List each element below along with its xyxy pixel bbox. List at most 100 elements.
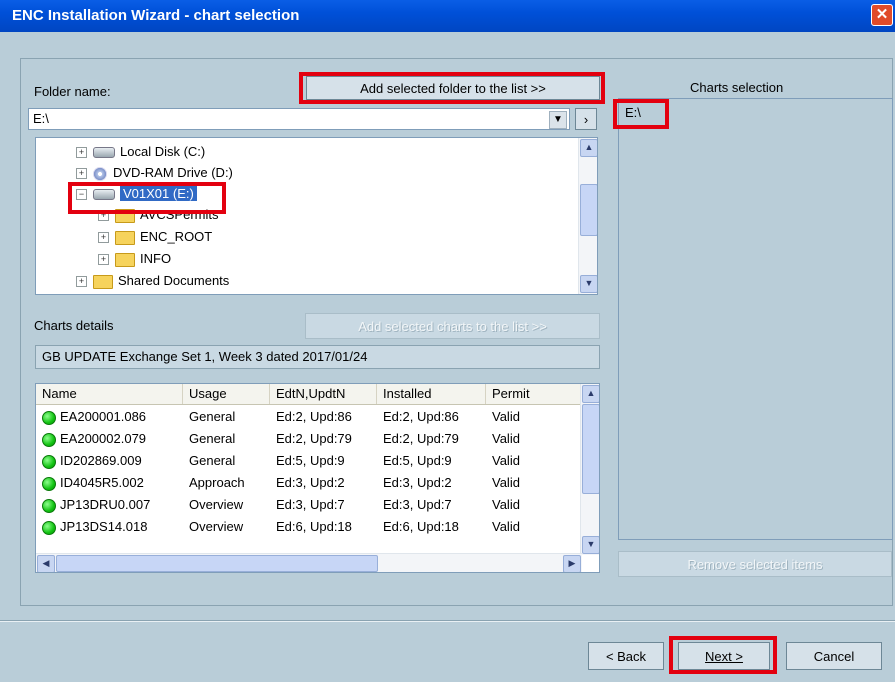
cell-installed: Ed:2, Upd:86 (383, 409, 459, 424)
expand-icon[interactable]: + (76, 147, 87, 159)
tree-item-label: INFO (140, 251, 172, 266)
column-header-permit[interactable]: Permit (486, 384, 582, 404)
column-header-edtn[interactable]: EdtN,UpdtN (270, 384, 377, 404)
tree-item-avcspermits[interactable]: + AVCSPermits (98, 205, 219, 225)
hard-drive-icon (93, 147, 115, 159)
cell-edtn: Ed:3, Upd:7 (276, 497, 345, 512)
go-to-path-button[interactable]: › (575, 108, 597, 130)
tree-item-local-disk[interactable]: + Local Disk (C:) (76, 142, 205, 162)
cell-installed: Ed:3, Upd:7 (383, 497, 452, 512)
column-header-installed[interactable]: Installed (377, 384, 486, 404)
dropdown-arrow-icon[interactable]: ▼ (549, 111, 567, 129)
list-header: Name Usage EdtN,UpdtN Installed Permit (36, 384, 582, 405)
charts-selection-label: Charts selection (690, 80, 784, 95)
scroll-thumb[interactable] (582, 404, 599, 494)
cell-usage: General (189, 409, 236, 424)
tree-vertical-scrollbar[interactable]: ▲ ▼ (578, 138, 597, 294)
tree-item-label: Local Disk (C:) (120, 144, 206, 159)
table-row[interactable]: JP13DRU0.007 Overview Ed:3, Upd:7 Ed:3, … (36, 495, 582, 515)
tree-item-label: DVD-RAM Drive (D:) (113, 165, 233, 180)
cell-name: JP13DRU0.007 (36, 495, 150, 515)
window-title: ENC Installation Wizard - chart selectio… (12, 7, 300, 24)
charts-selection-item[interactable]: E:\ (625, 105, 641, 120)
charts-details-label: Charts details (34, 318, 114, 333)
column-header-name[interactable]: Name (36, 384, 183, 404)
remove-selected-items-button[interactable]: Remove selected items (618, 551, 892, 577)
add-folder-button[interactable]: Add selected folder to the list >> (306, 76, 600, 100)
cell-name: EA200001.086 (36, 407, 146, 427)
add-charts-button[interactable]: Add selected charts to the list >> (305, 313, 600, 339)
tree-item-label: V01X01 (E:) (120, 186, 197, 201)
tree-item-shared-documents[interactable]: + Shared Documents (76, 271, 229, 291)
scroll-up-icon[interactable]: ▲ (582, 385, 599, 403)
scroll-right-icon[interactable]: ▶ (563, 555, 581, 572)
charts-selection-list[interactable]: E:\ (618, 98, 893, 540)
table-row[interactable]: ID4045R5.002 Approach Ed:3, Upd:2 Ed:3, … (36, 473, 582, 493)
exchange-set-info: GB UPDATE Exchange Set 1, Week 3 dated 2… (35, 345, 600, 369)
tree-item-enc-root[interactable]: + ENC_ROOT (98, 227, 212, 247)
footer-separator (0, 620, 895, 622)
charts-details-list[interactable]: Name Usage EdtN,UpdtN Installed Permit E… (35, 383, 600, 573)
status-ok-icon (42, 454, 56, 469)
cell-installed: Ed:2, Upd:79 (383, 431, 459, 446)
close-icon[interactable]: ✕ (871, 4, 893, 26)
cell-usage: General (189, 453, 236, 468)
expand-icon[interactable]: + (98, 210, 109, 222)
table-row[interactable]: EA200001.086 General Ed:2, Upd:86 Ed:2, … (36, 407, 582, 427)
status-ok-icon (42, 432, 56, 447)
cell-edtn: Ed:6, Upd:18 (276, 519, 352, 534)
folder-icon (115, 252, 135, 267)
table-row[interactable]: ID202869.009 General Ed:5, Upd:9 Ed:5, U… (36, 451, 582, 471)
cell-installed: Ed:3, Upd:2 (383, 475, 452, 490)
cell-permit: Valid (492, 431, 520, 446)
cell-permit: Valid (492, 453, 520, 468)
scroll-thumb[interactable] (580, 184, 597, 236)
next-button[interactable]: Next > (678, 642, 770, 670)
tree-item-label: AVCSPermits (140, 207, 219, 222)
cell-usage: Approach (189, 475, 245, 490)
cell-installed: Ed:6, Upd:18 (383, 519, 459, 534)
expand-icon[interactable]: + (76, 168, 87, 180)
cell-usage: General (189, 431, 236, 446)
status-ok-icon (42, 410, 56, 425)
cell-name: ID202869.009 (36, 451, 142, 471)
scroll-down-icon[interactable]: ▼ (580, 275, 597, 293)
cd-drive-icon (93, 166, 107, 181)
cell-permit: Valid (492, 497, 520, 512)
back-button[interactable]: < Back (588, 642, 664, 670)
status-ok-icon (42, 520, 56, 535)
cell-installed: Ed:5, Upd:9 (383, 453, 452, 468)
folder-path-combobox[interactable]: E:\ ▼ (28, 108, 570, 130)
title-bar: ENC Installation Wizard - chart selectio… (0, 0, 895, 32)
tree-item-info[interactable]: + INFO (98, 249, 171, 269)
cell-usage: Overview (189, 497, 244, 512)
table-row[interactable]: EA200002.079 General Ed:2, Upd:79 Ed:2, … (36, 429, 582, 449)
collapse-icon[interactable]: − (76, 189, 87, 201)
cell-edtn: Ed:2, Upd:79 (276, 431, 352, 446)
cell-edtn: Ed:2, Upd:86 (276, 409, 352, 424)
scroll-thumb[interactable] (56, 555, 378, 572)
expand-icon[interactable]: + (76, 276, 87, 288)
scroll-down-icon[interactable]: ▼ (582, 536, 599, 554)
hard-drive-icon (93, 189, 115, 201)
tree-item-label: Shared Documents (118, 273, 230, 288)
column-header-usage[interactable]: Usage (183, 384, 270, 404)
tree-item-v01x01[interactable]: − V01X01 (E:) (76, 184, 197, 204)
tree-item-label: ENC_ROOT (140, 229, 213, 244)
list-vertical-scrollbar[interactable]: ▲ ▼ (580, 384, 599, 555)
cell-edtn: Ed:3, Upd:2 (276, 475, 345, 490)
status-ok-icon (42, 476, 56, 491)
expand-icon[interactable]: + (98, 254, 109, 266)
expand-icon[interactable]: + (98, 232, 109, 244)
tree-item-dvd-drive[interactable]: + DVD-RAM Drive (D:) (76, 163, 233, 183)
cancel-button[interactable]: Cancel (786, 642, 882, 670)
scroll-up-icon[interactable]: ▲ (580, 139, 597, 157)
list-horizontal-scrollbar[interactable]: ◀ ▶ (36, 553, 582, 572)
cell-name: ID4045R5.002 (36, 473, 144, 493)
cell-permit: Valid (492, 475, 520, 490)
table-row[interactable]: JP13DS14.018 Overview Ed:6, Upd:18 Ed:6,… (36, 517, 582, 537)
scroll-left-icon[interactable]: ◀ (37, 555, 55, 572)
folder-tree[interactable]: + Local Disk (C:) + DVD-RAM Drive (D:) − V0… (35, 137, 598, 295)
folder-icon (115, 230, 135, 245)
cell-usage: Overview (189, 519, 244, 534)
